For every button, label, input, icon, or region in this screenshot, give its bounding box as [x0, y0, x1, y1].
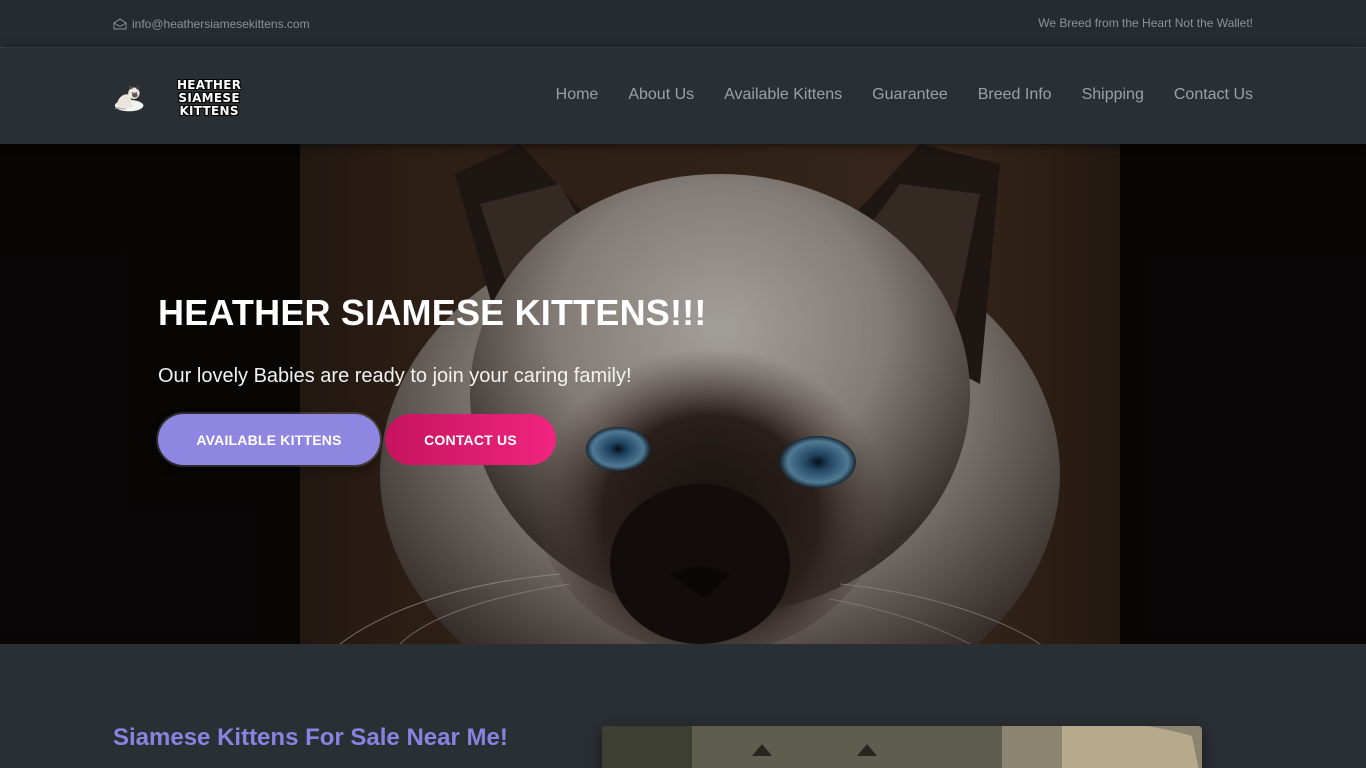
- nav-guarantee[interactable]: Guarantee: [872, 86, 948, 106]
- nav-shipping[interactable]: Shipping: [1082, 86, 1144, 106]
- nav-contact-us[interactable]: Contact Us: [1174, 86, 1253, 106]
- contact-email[interactable]: info@heathersiamesekittens.com: [113, 16, 310, 32]
- kittens-photo: [602, 726, 1202, 768]
- logo-text: HEATHER SIAMESE KITTENS: [147, 77, 271, 118]
- section-title: Siamese Kittens For Sale Near Me!: [113, 724, 508, 751]
- nav-available-kittens[interactable]: Available Kittens: [724, 86, 842, 106]
- envelope-icon: [113, 18, 127, 30]
- hero-subtitle: Our lovely Babies are ready to join your…: [158, 365, 632, 387]
- hero-overlay: [0, 144, 1366, 644]
- top-bar: info@heathersiamesekittens.com We Breed …: [0, 0, 1366, 48]
- contact-us-button[interactable]: CONTACT US: [385, 414, 556, 465]
- hero-title: HEATHER SIAMESE KITTENS!!!: [158, 292, 707, 333]
- nav-breed-info[interactable]: Breed Info: [978, 86, 1052, 106]
- main-nav: Home About Us Available Kittens Guarante…: [556, 86, 1253, 106]
- nav-about-us[interactable]: About Us: [628, 86, 694, 106]
- logo-line-2: KITTENS: [179, 103, 239, 118]
- site-logo[interactable]: HEATHER SIAMESE KITTENS: [113, 78, 271, 117]
- email-text[interactable]: info@heathersiamesekittens.com: [132, 17, 310, 31]
- logo-line-1: HEATHER SIAMESE: [176, 77, 242, 105]
- kittens-photo-image: [602, 726, 1202, 768]
- cat-logo-icon: [114, 84, 144, 112]
- available-kittens-button[interactable]: AVAILABLE KITTENS: [158, 414, 380, 465]
- tagline: We Breed from the Heart Not the Wallet!: [1038, 16, 1253, 30]
- nav-home[interactable]: Home: [556, 86, 599, 106]
- hero-banner: HEATHER SIAMESE KITTENS!!! Our lovely Ba…: [0, 144, 1366, 644]
